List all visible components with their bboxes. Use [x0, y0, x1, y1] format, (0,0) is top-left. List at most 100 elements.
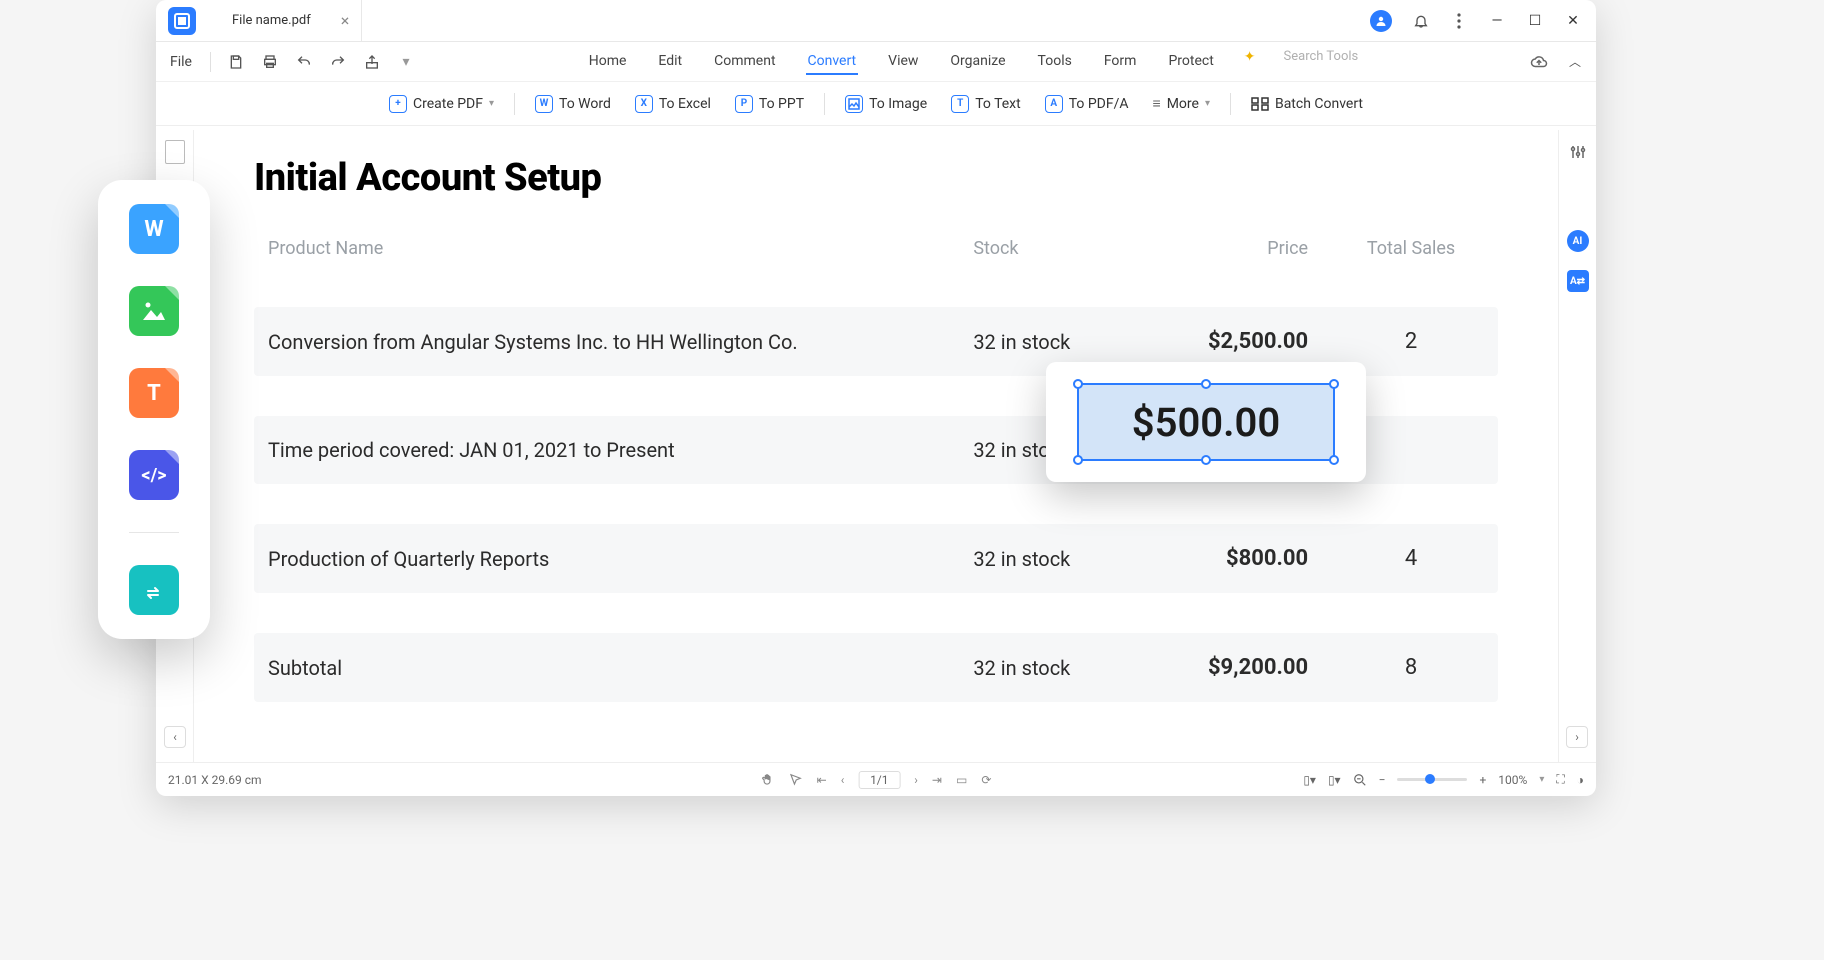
menu-comment[interactable]: Comment	[712, 49, 777, 75]
cell-sales: 4	[1338, 546, 1484, 571]
cell-sales: 2	[1338, 329, 1484, 354]
menu-protect[interactable]: Protect	[1166, 49, 1215, 75]
create-pdf-button[interactable]: + Create PDF ▾	[381, 91, 502, 117]
document-tab[interactable]: File name.pdf ×	[220, 0, 362, 41]
dock-to-text-button[interactable]: T	[129, 368, 179, 418]
thumbnails-icon[interactable]	[165, 140, 185, 164]
cell-price: $800.00	[1156, 546, 1338, 571]
zoom-dropdown-icon[interactable]: ▾	[1539, 774, 1544, 785]
menu-view[interactable]: View	[886, 49, 920, 75]
resize-handle-icon[interactable]	[1329, 379, 1339, 389]
next-page-icon[interactable]: ›	[914, 773, 918, 787]
menu-convert[interactable]: Convert	[806, 49, 859, 75]
header-total-sales: Total Sales	[1338, 238, 1484, 259]
search-tools-input[interactable]: Search Tools	[1284, 49, 1359, 75]
save-icon[interactable]	[227, 53, 245, 71]
read-mode-icon[interactable]: ◑	[1577, 773, 1584, 787]
to-ppt-button[interactable]: P To PPT	[727, 91, 812, 117]
close-window-button[interactable]: ✕	[1564, 13, 1582, 29]
view-mode-1-icon[interactable]: ▯▾	[1303, 773, 1316, 787]
select-tool-icon[interactable]	[789, 773, 803, 787]
share-icon[interactable]	[363, 53, 381, 71]
to-excel-label: To Excel	[659, 96, 711, 112]
zoom-level[interactable]: 100%	[1498, 773, 1527, 787]
ai-assistant-icon[interactable]: AI	[1567, 230, 1589, 252]
hand-tool-icon[interactable]	[761, 773, 775, 787]
resize-handle-icon[interactable]	[1201, 455, 1211, 465]
convert-toolbar: + Create PDF ▾ W To Word X To Excel P To…	[156, 82, 1596, 126]
close-tab-icon[interactable]: ×	[341, 11, 350, 30]
rotate-icon[interactable]: ⟳	[981, 773, 991, 787]
quick-access-chevron-icon[interactable]: ▾	[397, 53, 415, 71]
table-row[interactable]: Production of Quarterly Reports 32 in st…	[254, 524, 1498, 593]
translate-icon[interactable]: A⇄	[1567, 270, 1589, 292]
zoom-plus-icon[interactable]: +	[1479, 773, 1486, 787]
last-page-icon[interactable]: ⇥	[932, 773, 942, 787]
fit-page-icon[interactable]: ▭	[956, 773, 967, 787]
dock-batch-button[interactable]	[129, 565, 179, 615]
to-pdfa-button[interactable]: A To PDF/A	[1037, 91, 1137, 117]
to-image-button[interactable]: To Image	[837, 91, 935, 117]
fold-corner-icon	[165, 286, 179, 300]
zoom-minus-icon[interactable]: −	[1379, 773, 1386, 787]
zoom-slider[interactable]	[1397, 778, 1467, 781]
batch-convert-button[interactable]: Batch Convert	[1243, 92, 1371, 116]
more-button[interactable]: ≡ More ▾	[1145, 91, 1218, 116]
zoom-slider-thumb[interactable]	[1425, 774, 1435, 784]
menu-form[interactable]: Form	[1102, 49, 1139, 75]
to-pdfa-label: To PDF/A	[1069, 96, 1129, 112]
dock-to-word-button[interactable]: W	[129, 204, 179, 254]
cell-name: Conversion from Angular Systems Inc. to …	[268, 330, 973, 354]
file-menu[interactable]: File	[168, 50, 194, 74]
dock-to-html-button[interactable]: </>	[129, 450, 179, 500]
fold-corner-icon	[165, 204, 179, 218]
to-excel-button[interactable]: X To Excel	[627, 91, 719, 117]
resize-handle-icon[interactable]	[1073, 379, 1083, 389]
minimize-button[interactable]: —	[1488, 13, 1506, 29]
tab-filename: File name.pdf	[232, 13, 311, 28]
fullscreen-icon[interactable]: ⛶	[1556, 772, 1564, 787]
user-avatar-icon[interactable]	[1370, 10, 1392, 32]
resize-handle-icon[interactable]	[1073, 455, 1083, 465]
to-text-button[interactable]: T To Text	[943, 91, 1029, 117]
undo-icon[interactable]	[295, 53, 313, 71]
redo-icon[interactable]	[329, 53, 347, 71]
zoom-out-icon[interactable]	[1353, 773, 1367, 787]
first-page-icon[interactable]: ⇤	[817, 773, 827, 787]
settings-sliders-icon[interactable]	[1566, 140, 1590, 164]
cloud-icon[interactable]	[1530, 53, 1548, 71]
page-dimensions: 21.01 X 29.69 cm	[168, 773, 262, 787]
collapse-left-panel-button[interactable]: ‹	[164, 726, 186, 748]
price-edit-field[interactable]: $500.00	[1077, 383, 1335, 461]
word-letter: W	[144, 217, 163, 242]
image-icon	[845, 95, 863, 113]
menu-organize[interactable]: Organize	[948, 49, 1007, 75]
title-bar: File name.pdf × — ☐ ✕	[156, 0, 1596, 42]
image-glyph-icon	[141, 300, 167, 322]
code-glyph: </>	[141, 465, 166, 486]
kebab-menu-icon[interactable]	[1450, 12, 1468, 30]
bell-icon[interactable]	[1412, 12, 1430, 30]
lightbulb-icon: ✦	[1244, 49, 1256, 75]
menu-tools[interactable]: Tools	[1036, 49, 1074, 75]
menu-home[interactable]: Home	[587, 49, 629, 75]
prev-page-icon[interactable]: ‹	[841, 773, 845, 787]
dock-to-image-button[interactable]	[129, 286, 179, 336]
print-icon[interactable]	[261, 53, 279, 71]
collapse-ribbon-icon[interactable]: ︿	[1566, 53, 1584, 71]
expand-right-panel-button[interactable]: ›	[1566, 726, 1588, 748]
status-bar: 21.01 X 29.69 cm ⇤ ‹ 1/1 › ⇥ ▭ ⟳ ▯▾ ▯▾ −…	[156, 762, 1596, 796]
page-number-input[interactable]: 1/1	[858, 771, 900, 789]
header-price: Price	[1156, 238, 1338, 259]
resize-handle-icon[interactable]	[1329, 455, 1339, 465]
dock-separator	[129, 532, 179, 533]
resize-handle-icon[interactable]	[1201, 379, 1211, 389]
app-logo-icon	[168, 7, 196, 35]
excel-icon: X	[635, 95, 653, 113]
maximize-button[interactable]: ☐	[1526, 13, 1544, 29]
view-mode-2-icon[interactable]: ▯▾	[1328, 773, 1341, 787]
menu-edit[interactable]: Edit	[656, 49, 684, 75]
table-row[interactable]: Subtotal 32 in stock $9,200.00 8	[254, 633, 1498, 702]
editing-value: $500.00	[1132, 399, 1280, 446]
to-word-button[interactable]: W To Word	[527, 91, 619, 117]
